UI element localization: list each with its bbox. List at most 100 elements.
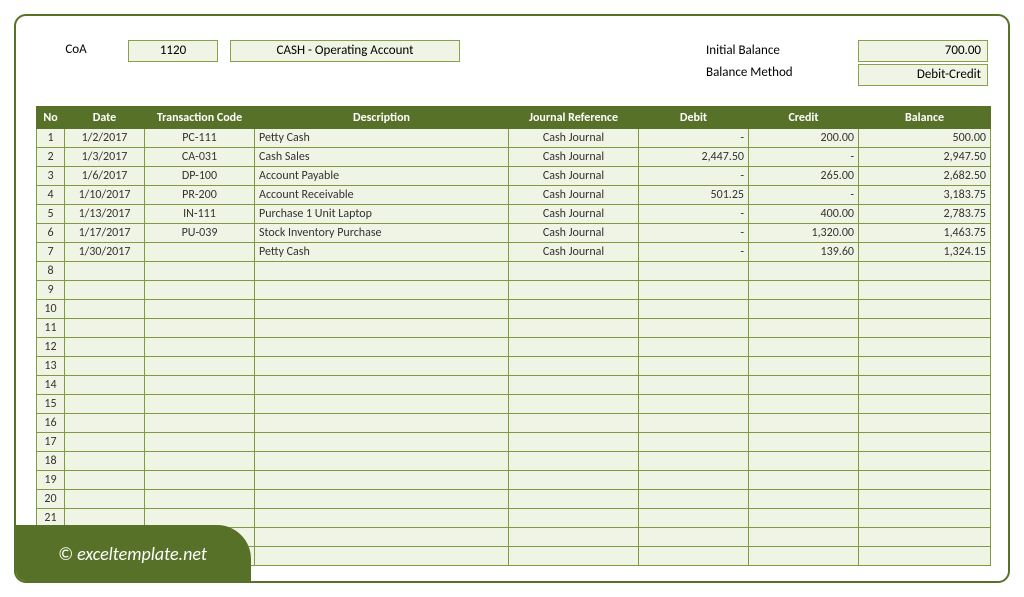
cell[interactable]: 3 bbox=[37, 167, 65, 186]
cell[interactable]: 265.00 bbox=[749, 167, 859, 186]
ledger-table[interactable]: No Date Transaction Code Description Jou… bbox=[36, 106, 991, 566]
cell[interactable]: 1/13/2017 bbox=[65, 205, 145, 224]
cell[interactable] bbox=[639, 262, 749, 281]
table-row[interactable]: 9 bbox=[37, 281, 991, 300]
cell[interactable]: Cash Journal bbox=[509, 129, 639, 148]
cell[interactable]: - bbox=[639, 224, 749, 243]
cell[interactable] bbox=[145, 433, 255, 452]
cell[interactable] bbox=[509, 433, 639, 452]
cell[interactable] bbox=[65, 319, 145, 338]
cell[interactable]: 1/10/2017 bbox=[65, 186, 145, 205]
initial-balance-input[interactable]: 700.00 bbox=[858, 40, 988, 62]
cell[interactable] bbox=[509, 281, 639, 300]
cell[interactable] bbox=[145, 376, 255, 395]
cell[interactable] bbox=[749, 300, 859, 319]
cell[interactable] bbox=[749, 395, 859, 414]
cell[interactable]: PU-039 bbox=[145, 224, 255, 243]
cell[interactable]: 500.00 bbox=[859, 129, 991, 148]
cell[interactable]: PR-200 bbox=[145, 186, 255, 205]
cell[interactable] bbox=[145, 319, 255, 338]
cell[interactable] bbox=[255, 376, 509, 395]
coa-code-input[interactable]: 1120 bbox=[128, 40, 218, 62]
cell[interactable]: 15 bbox=[37, 395, 65, 414]
cell[interactable]: IN-111 bbox=[145, 205, 255, 224]
cell[interactable] bbox=[255, 471, 509, 490]
cell[interactable]: Petty Cash bbox=[255, 243, 509, 262]
cell[interactable] bbox=[255, 395, 509, 414]
cell[interactable] bbox=[509, 338, 639, 357]
cell[interactable] bbox=[859, 547, 991, 566]
cell[interactable] bbox=[255, 357, 509, 376]
cell[interactable] bbox=[65, 452, 145, 471]
cell[interactable] bbox=[255, 452, 509, 471]
coa-name-input[interactable]: CASH - Operating Account bbox=[230, 40, 460, 62]
cell[interactable] bbox=[509, 547, 639, 566]
cell[interactable]: 13 bbox=[37, 357, 65, 376]
table-row[interactable]: 15 bbox=[37, 395, 991, 414]
cell[interactable] bbox=[639, 433, 749, 452]
cell[interactable] bbox=[749, 528, 859, 547]
cell[interactable]: 501.25 bbox=[639, 186, 749, 205]
table-row[interactable]: 12 bbox=[37, 338, 991, 357]
cell[interactable] bbox=[859, 490, 991, 509]
cell[interactable] bbox=[145, 357, 255, 376]
cell[interactable] bbox=[859, 319, 991, 338]
table-row[interactable]: 41/10/2017PR-200Account ReceivableCash J… bbox=[37, 186, 991, 205]
cell[interactable]: - bbox=[639, 205, 749, 224]
cell[interactable] bbox=[145, 414, 255, 433]
cell[interactable]: Purchase 1 Unit Laptop bbox=[255, 205, 509, 224]
cell[interactable] bbox=[749, 414, 859, 433]
table-row[interactable]: 13 bbox=[37, 357, 991, 376]
cell[interactable] bbox=[749, 338, 859, 357]
cell[interactable] bbox=[255, 490, 509, 509]
cell[interactable]: - bbox=[639, 129, 749, 148]
cell[interactable] bbox=[65, 300, 145, 319]
cell[interactable] bbox=[509, 490, 639, 509]
cell[interactable] bbox=[65, 395, 145, 414]
table-row[interactable]: 61/17/2017PU-039Stock Inventory Purchase… bbox=[37, 224, 991, 243]
cell[interactable] bbox=[859, 452, 991, 471]
cell[interactable] bbox=[639, 509, 749, 528]
cell[interactable] bbox=[859, 471, 991, 490]
cell[interactable] bbox=[145, 243, 255, 262]
cell[interactable]: Cash Journal bbox=[509, 243, 639, 262]
cell[interactable] bbox=[859, 414, 991, 433]
cell[interactable]: 17 bbox=[37, 433, 65, 452]
cell[interactable] bbox=[859, 433, 991, 452]
table-row[interactable]: 14 bbox=[37, 376, 991, 395]
cell[interactable]: DP-100 bbox=[145, 167, 255, 186]
cell[interactable] bbox=[639, 281, 749, 300]
table-row[interactable]: 11/2/2017PC-111Petty CashCash Journal-20… bbox=[37, 129, 991, 148]
cell[interactable] bbox=[749, 509, 859, 528]
cell[interactable] bbox=[749, 376, 859, 395]
cell[interactable]: 1,320.00 bbox=[749, 224, 859, 243]
cell[interactable]: 2,783.75 bbox=[859, 205, 991, 224]
cell[interactable]: 1,324.15 bbox=[859, 243, 991, 262]
cell[interactable] bbox=[145, 395, 255, 414]
cell[interactable]: 7 bbox=[37, 243, 65, 262]
cell[interactable]: 16 bbox=[37, 414, 65, 433]
cell[interactable] bbox=[255, 319, 509, 338]
cell[interactable]: 8 bbox=[37, 262, 65, 281]
cell[interactable]: 14 bbox=[37, 376, 65, 395]
table-row[interactable]: 19 bbox=[37, 471, 991, 490]
cell[interactable] bbox=[639, 528, 749, 547]
cell[interactable] bbox=[509, 357, 639, 376]
cell[interactable] bbox=[65, 433, 145, 452]
cell[interactable] bbox=[65, 376, 145, 395]
cell[interactable] bbox=[749, 433, 859, 452]
cell[interactable]: Cash Journal bbox=[509, 205, 639, 224]
cell[interactable] bbox=[859, 262, 991, 281]
cell[interactable]: 1/6/2017 bbox=[65, 167, 145, 186]
cell[interactable]: Stock Inventory Purchase bbox=[255, 224, 509, 243]
cell[interactable] bbox=[859, 528, 991, 547]
cell[interactable] bbox=[509, 471, 639, 490]
cell[interactable] bbox=[639, 547, 749, 566]
cell[interactable] bbox=[65, 281, 145, 300]
table-row[interactable]: 21/3/2017CA-031Cash SalesCash Journal2,4… bbox=[37, 148, 991, 167]
cell[interactable] bbox=[255, 262, 509, 281]
cell[interactable]: 1/2/2017 bbox=[65, 129, 145, 148]
cell[interactable]: - bbox=[639, 243, 749, 262]
cell[interactable] bbox=[65, 490, 145, 509]
cell[interactable] bbox=[509, 452, 639, 471]
